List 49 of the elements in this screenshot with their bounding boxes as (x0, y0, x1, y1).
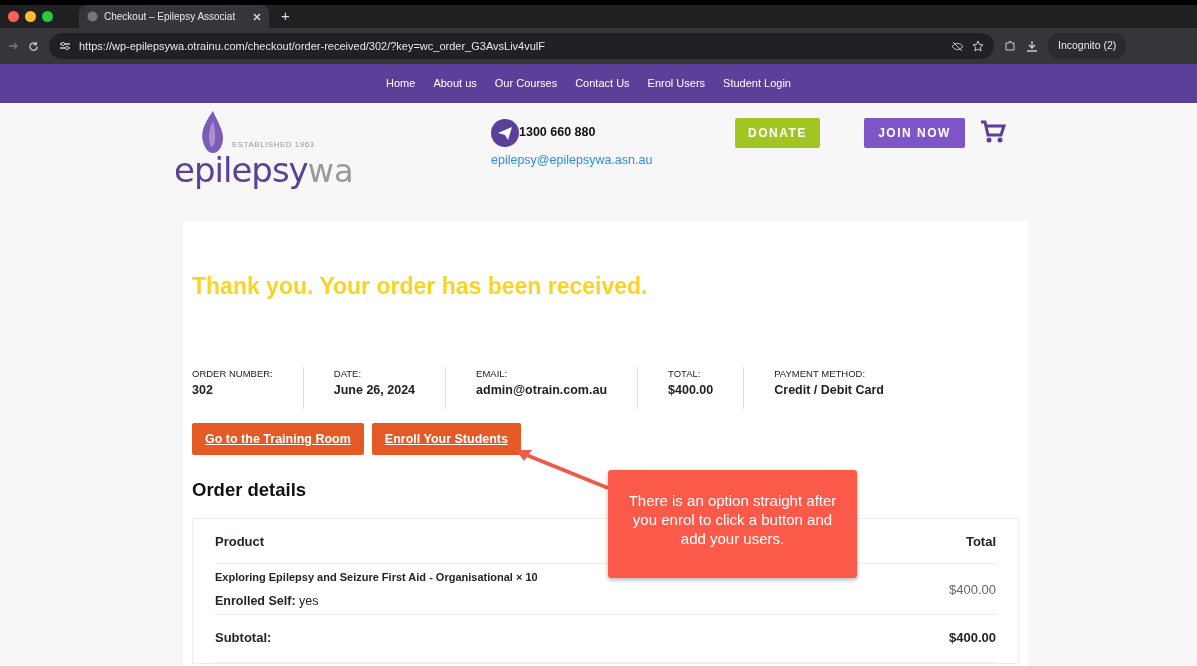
field-value: $400.00 (668, 381, 714, 399)
callout-tooltip: There is an option straight after you enrol to click a button and add your users. (608, 470, 857, 578)
maximize-window-icon[interactable] (42, 11, 53, 22)
subtotal-value: $400.00 (949, 629, 996, 648)
nav-link[interactable]: Contact Us (575, 75, 630, 92)
phone-number: 1300 660 880 (519, 124, 596, 141)
star-icon[interactable] (972, 40, 984, 52)
item-total: $400.00 (949, 580, 996, 599)
section-heading: Order details (192, 479, 307, 502)
logo-text: wa (307, 155, 354, 187)
logo-tagline: ESTABLISHED 1963 (232, 141, 315, 149)
field-value: Credit / Debit Card (774, 381, 884, 399)
field-label: EMAIL: (476, 366, 509, 381)
confirmation-heading: Thank you. Your order has been received. (192, 273, 649, 301)
nav-link[interactable]: Our Courses (494, 75, 558, 92)
globe-icon (87, 11, 98, 22)
subtotal-label: Subtotal: (215, 629, 272, 648)
reload-icon[interactable] (28, 40, 39, 52)
field-label: PAYMENT METHOD: (774, 366, 867, 381)
new-tab-button[interactable]: + (281, 5, 290, 28)
field-label: DATE: (333, 366, 363, 381)
field-value: admin@otrain.com.au (476, 381, 608, 399)
eye-slash-icon[interactable] (951, 40, 964, 52)
column-header: Total (965, 532, 996, 551)
download-icon[interactable] (1026, 40, 1038, 52)
product-meta: Enrolled Self: yes (215, 592, 320, 610)
paper-plane-icon[interactable] (491, 119, 519, 147)
cart-icon[interactable] (980, 120, 1006, 144)
profile-button[interactable]: Incognito (2) (1048, 33, 1127, 59)
browser-tab[interactable]: Checkout – Epilepsy Associat (79, 5, 269, 28)
action-button[interactable]: Enroll Your Students (371, 422, 521, 456)
forward-icon[interactable] (8, 41, 18, 51)
nav-link[interactable]: Enrol Users (647, 75, 706, 92)
close-icon[interactable] (253, 12, 261, 21)
logo-text: epilepsy (174, 153, 308, 187)
site-settings-icon[interactable] (59, 40, 71, 52)
field-value: June 26, 2024 (333, 381, 416, 399)
column-header: Product (215, 532, 265, 551)
field-label: ORDER NUMBER: (192, 366, 273, 381)
close-window-icon[interactable] (8, 11, 19, 22)
minimize-window-icon[interactable] (25, 11, 36, 22)
product-name: Exploring Epilepsy and Seizure First Aid - Organisational × 10 (215, 570, 538, 586)
nav-link[interactable]: Home (386, 75, 416, 92)
nav-link[interactable]: About us (433, 75, 477, 92)
join-now-button[interactable]: JOIN NOW (864, 118, 965, 148)
field-value: 302 (192, 381, 214, 399)
action-button[interactable]: Go to the Training Room (192, 422, 364, 456)
field-label: TOTAL: (668, 366, 702, 381)
nav-link[interactable]: Student Login (723, 75, 791, 92)
